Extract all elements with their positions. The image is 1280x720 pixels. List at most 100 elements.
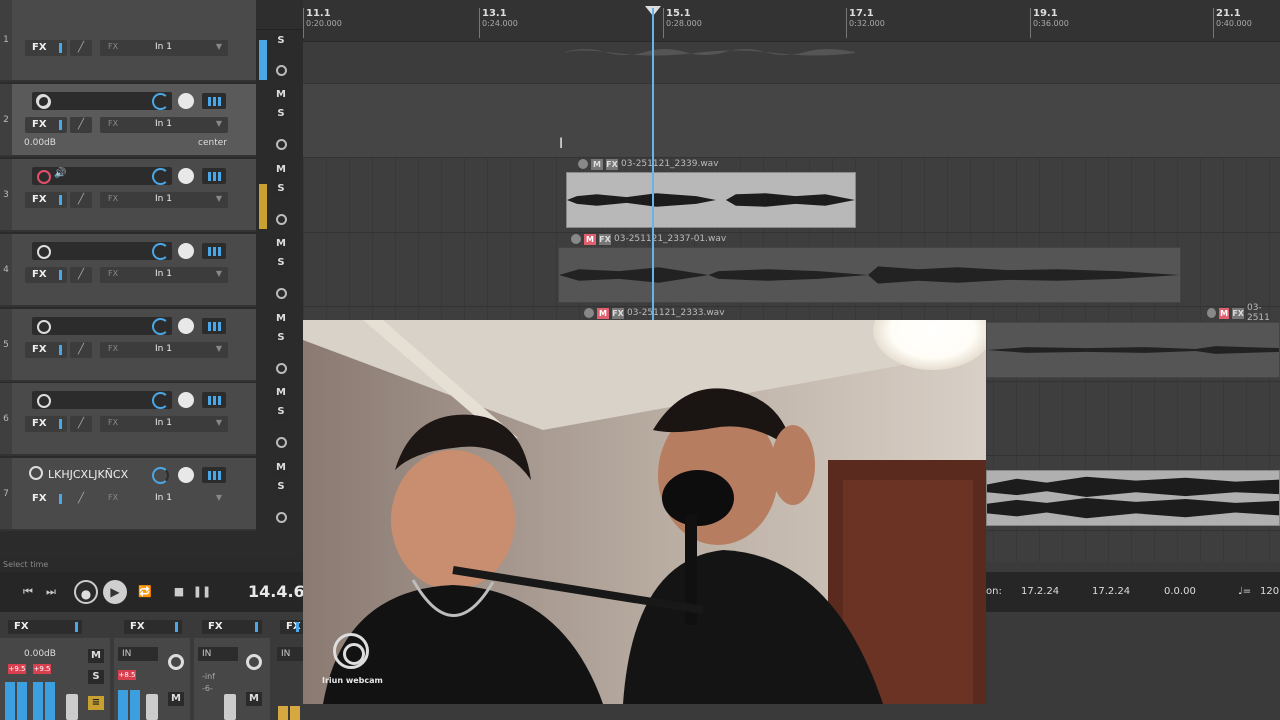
clip-mute-chip[interactable]: M: [597, 307, 609, 319]
solo-button[interactable]: S: [273, 256, 289, 270]
meter-icon[interactable]: [202, 467, 226, 483]
track-name[interactable]: [32, 92, 172, 110]
audio-clip-muted[interactable]: [986, 322, 1280, 378]
pan-knob[interactable]: [178, 467, 194, 483]
play-icon[interactable]: ▶: [103, 580, 127, 604]
solo-button[interactable]: S: [273, 331, 289, 345]
solo-button[interactable]: S: [273, 182, 289, 196]
meter-icon[interactable]: [202, 243, 226, 259]
mixer-input-select[interactable]: IN: [118, 647, 158, 661]
mixer-input-select[interactable]: IN: [277, 647, 303, 661]
track-name[interactable]: [32, 317, 172, 335]
track-header[interactable]: 7 LKHJCXLJKÑCX FX ╱ FX In 1 ▼: [0, 458, 256, 531]
monitor-icon[interactable]: [276, 512, 287, 523]
automation-icon[interactable]: ╱: [70, 342, 92, 358]
meter-icon[interactable]: [202, 392, 226, 408]
loop-end[interactable]: 17.2.24: [1092, 586, 1130, 597]
input-select[interactable]: FX In 1 ▼: [100, 416, 228, 432]
mixer-solo-button[interactable]: S: [88, 670, 104, 684]
volume-fader[interactable]: [66, 694, 78, 720]
clip-header[interactable]: M FX 03-2511: [1207, 303, 1280, 323]
loop-start[interactable]: 17.2.24: [1021, 586, 1059, 597]
record-arm-button[interactable]: [37, 170, 51, 184]
audio-clip[interactable]: [566, 172, 856, 228]
monitor-icon[interactable]: [276, 139, 287, 150]
mixer-fx-button[interactable]: FX: [124, 620, 182, 634]
track-name[interactable]: [32, 391, 172, 409]
record-arm-button[interactable]: [37, 320, 51, 334]
clip-fx-chip[interactable]: FX: [606, 158, 618, 170]
volume-knob[interactable]: [152, 318, 169, 335]
audio-clip[interactable]: [986, 470, 1280, 526]
monitor-icon[interactable]: [276, 65, 287, 76]
track-header[interactable]: 3 🔊 FX ╱ FX In 1 ▼: [0, 159, 256, 232]
record-arm-button[interactable]: [37, 95, 51, 109]
record-arm-button[interactable]: [37, 245, 51, 259]
mixer-mute-button[interactable]: M: [168, 692, 184, 706]
automation-icon[interactable]: ╱: [70, 192, 92, 208]
volume-knob[interactable]: [152, 93, 169, 110]
input-select[interactable]: FX In 1 ▼: [100, 342, 228, 358]
automation-icon[interactable]: ╱: [70, 416, 92, 432]
fx-button[interactable]: FX: [25, 491, 67, 507]
fx-button[interactable]: FX: [25, 342, 67, 358]
mute-button[interactable]: M: [273, 163, 289, 177]
rewind-icon[interactable]: ⏮: [17, 583, 39, 601]
fx-button[interactable]: FX: [25, 267, 67, 283]
volume-knob[interactable]: [152, 467, 169, 484]
meter-icon[interactable]: [202, 318, 226, 334]
volume-knob[interactable]: [152, 392, 169, 409]
track-header[interactable]: 4 FX ╱ FX In 1 ▼: [0, 234, 256, 307]
record-arm-button[interactable]: [29, 466, 43, 480]
fx-button[interactable]: FX: [25, 117, 67, 133]
mute-button[interactable]: M: [273, 461, 289, 475]
track-header[interactable]: 2 FX ╱ FX In 1 ▼ 0.00dB center: [0, 84, 256, 157]
input-select[interactable]: FX In 1 ▼: [100, 40, 228, 56]
input-select[interactable]: FX In 1 ▼: [100, 267, 228, 283]
record-arm-button[interactable]: [37, 394, 51, 408]
timeline-ruler[interactable]: 11.1 0:20.000 13.1 0:24.000 15.1 0:28.000 1…: [303, 0, 1280, 42]
track-header[interactable]: 5 FX ╱ FX In 1 ▼: [0, 309, 256, 382]
track-lane[interactable]: [303, 84, 1280, 158]
mute-button[interactable]: M: [273, 386, 289, 400]
mixer-fx-button[interactable]: FX: [202, 620, 262, 634]
clip-fx-chip[interactable]: FX: [599, 233, 611, 245]
track-name[interactable]: [32, 242, 172, 260]
input-select[interactable]: FX In 1 ▼: [100, 117, 228, 133]
mixer-input-select[interactable]: IN: [198, 647, 238, 661]
clip-header[interactable]: M FX 03-251121_2337-01.wav: [571, 233, 726, 245]
track-name[interactable]: LKHJCXLJKÑCX: [26, 466, 156, 484]
clip-mute-chip[interactable]: M: [1218, 307, 1230, 319]
mute-button[interactable]: M: [273, 312, 289, 326]
length-readout[interactable]: 0.0.00: [1164, 586, 1196, 597]
clip-mute-chip[interactable]: M: [584, 233, 596, 245]
solo-button[interactable]: S: [273, 107, 289, 121]
volume-knob[interactable]: [152, 243, 169, 260]
playhead-line[interactable]: [652, 8, 654, 320]
automation-icon[interactable]: ╱: [70, 267, 92, 283]
tempo-readout[interactable]: 120: [1260, 586, 1279, 597]
fx-button[interactable]: FX: [25, 192, 67, 208]
clip-header[interactable]: M FX 03-251121_2339.wav: [578, 158, 719, 170]
clip-fx-chip[interactable]: FX: [1232, 307, 1244, 319]
pause-icon[interactable]: ❚❚: [191, 583, 213, 601]
solo-button[interactable]: S: [273, 34, 289, 48]
monitor-icon[interactable]: [276, 363, 287, 374]
monitor-icon[interactable]: [276, 288, 287, 299]
clip-header[interactable]: M FX 03-251121_2333.wav: [584, 307, 725, 319]
mixer-arm-button[interactable]: ≡: [88, 696, 104, 710]
track-name[interactable]: [32, 167, 172, 185]
automation-icon[interactable]: ╱: [70, 117, 92, 133]
pan-knob[interactable]: [178, 243, 194, 259]
mixer-fx-button[interactable]: FX: [280, 620, 303, 634]
fx-button[interactable]: FX: [25, 416, 67, 432]
mute-button[interactable]: M: [273, 237, 289, 251]
pan-knob[interactable]: [178, 318, 194, 334]
loop-icon[interactable]: 🔁: [134, 583, 156, 601]
volume-knob[interactable]: [152, 168, 169, 185]
pan-knob[interactable]: [178, 93, 194, 109]
clip-fx-chip[interactable]: FX: [612, 307, 624, 319]
mute-button[interactable]: M: [273, 88, 289, 102]
pan-knob[interactable]: [178, 168, 194, 184]
pan-knob[interactable]: [178, 392, 194, 408]
